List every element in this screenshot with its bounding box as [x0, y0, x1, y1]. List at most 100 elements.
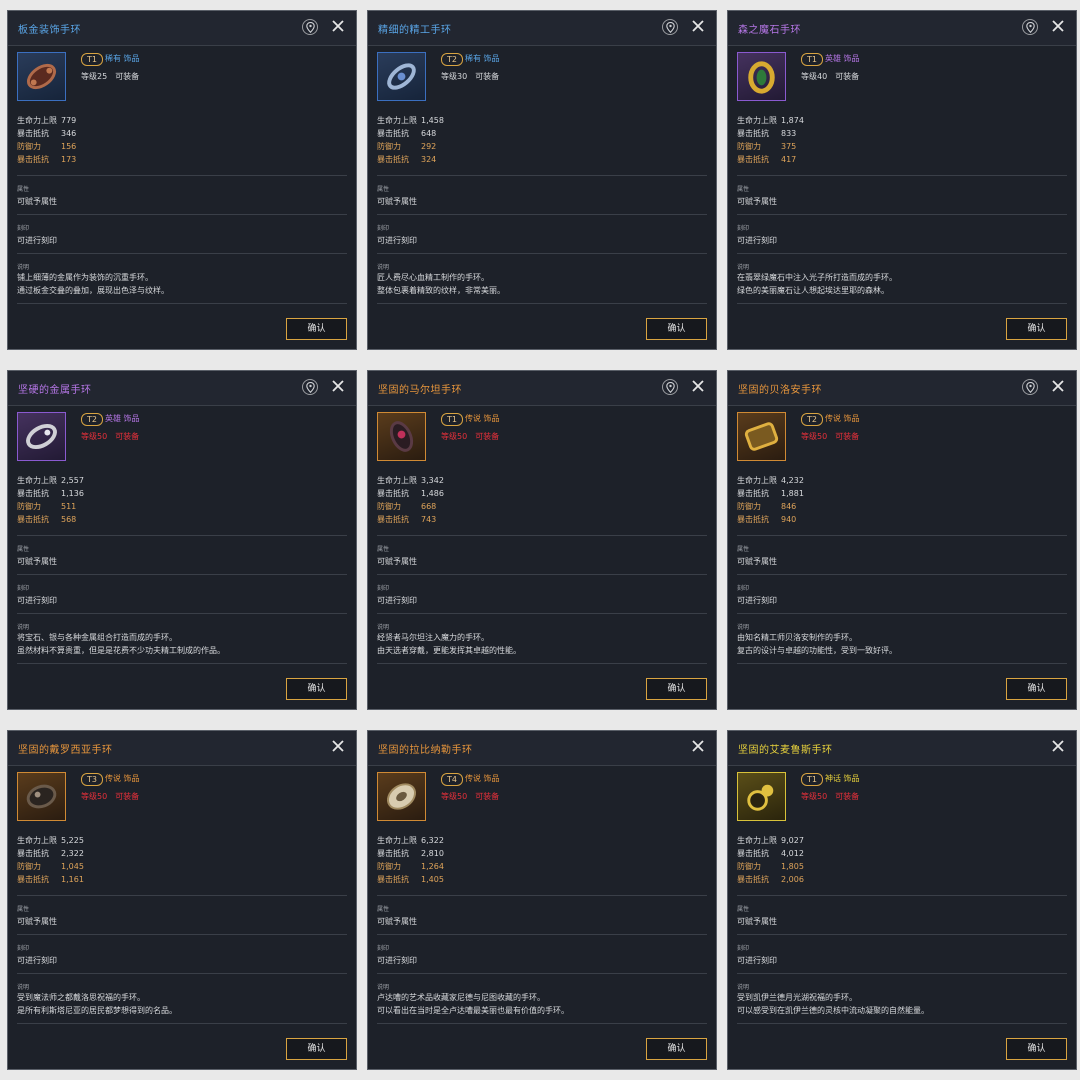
engrave-value: 可进行刻印 — [17, 956, 57, 965]
location-pin-icon — [1026, 382, 1035, 393]
stat-value: 3,342 — [421, 476, 444, 485]
item-thumbnail — [377, 772, 426, 821]
confirm-button[interactable]: 确认 — [646, 678, 707, 700]
divider — [17, 934, 347, 935]
close-button[interactable] — [1050, 378, 1066, 394]
confirm-button[interactable]: 确认 — [1006, 678, 1067, 700]
close-icon — [332, 20, 344, 32]
description-line: 卢达嘈的艺术品收藏家尼德与尼图收藏的手环。 — [377, 993, 545, 1002]
engrave-heading: 刻印 — [17, 225, 30, 232]
stat-value: 346 — [61, 129, 77, 138]
stat-value: 1,881 — [781, 489, 804, 498]
stat-label: 暴击抵抗 — [377, 515, 409, 524]
description-line: 受到凯伊兰德月光湖祝福的手环。 — [737, 993, 857, 1002]
stat-value: 2,557 — [61, 476, 84, 485]
close-button[interactable] — [330, 738, 346, 754]
divider — [737, 303, 1067, 304]
card-header: 坚固的拉比纳勒手环 — [368, 731, 716, 766]
engrave-heading: 刻印 — [377, 945, 390, 952]
confirm-button[interactable]: 确认 — [1006, 1038, 1067, 1060]
rarity-label: 传说 饰品 — [465, 414, 500, 423]
confirm-button[interactable]: 确认 — [286, 318, 347, 340]
stat-row: 防御力 1,805 — [737, 860, 937, 873]
stat-value: 1,136 — [61, 489, 84, 498]
divider — [377, 253, 707, 254]
close-button[interactable] — [690, 738, 706, 754]
divider — [377, 175, 707, 176]
confirm-button[interactable]: 确认 — [286, 1038, 347, 1060]
divider — [737, 253, 1067, 254]
location-pin-button[interactable] — [302, 19, 318, 35]
close-button[interactable] — [1050, 18, 1066, 34]
item-thumbnail — [377, 412, 426, 461]
engrave-value: 可进行刻印 — [17, 596, 57, 605]
item-tooltip-card: 坚硬的金属手环 T2 英雄 饰品 等级50 可装备 生命力上限 2,557 暴击抵… — [7, 370, 357, 710]
engrave-heading: 刻印 — [377, 225, 390, 232]
card-header: 坚固的贝洛安手环 — [728, 371, 1076, 406]
stat-value: 173 — [61, 155, 77, 164]
item-tooltip-card: 板金装饰手环 T1 稀有 饰品 等级25 可装备 生命力上限 779 暴击抵抗 3… — [7, 10, 357, 350]
stat-label: 生命力上限 — [17, 476, 57, 485]
description-heading: 说明 — [17, 624, 30, 631]
divider — [737, 535, 1067, 536]
divider — [17, 535, 347, 536]
attribute-heading: 属性 — [17, 186, 30, 193]
stat-value: 668 — [421, 502, 437, 511]
stat-value: 1,161 — [61, 875, 84, 884]
divider — [17, 1023, 347, 1024]
close-icon — [1052, 740, 1064, 752]
stats-list: 生命力上限 2,557 暴击抵抗 1,136 防御力 511 暴击抵抗 568 — [17, 474, 217, 526]
stat-value: 4,012 — [781, 849, 804, 858]
location-pin-button[interactable] — [302, 379, 318, 395]
stat-label: 暴击抵抗 — [377, 155, 409, 164]
divider — [737, 574, 1067, 575]
attribute-heading: 属性 — [737, 906, 750, 913]
stats-list: 生命力上限 3,342 暴击抵抗 1,486 防御力 668 暴击抵抗 743 — [377, 474, 577, 526]
item-tooltip-card: 坚固的艾麦鲁斯手环 T1 神话 饰品 等级50 可装备 生命力上限 9,027 暴… — [727, 730, 1077, 1070]
stat-value: 9,027 — [781, 836, 804, 845]
attribute-heading: 属性 — [377, 906, 390, 913]
divider — [377, 574, 707, 575]
stat-value: 511 — [61, 502, 77, 511]
divider — [737, 613, 1067, 614]
description-heading: 说明 — [737, 624, 750, 631]
stat-value: 1,264 — [421, 862, 444, 871]
close-button[interactable] — [690, 18, 706, 34]
close-button[interactable] — [1050, 738, 1066, 754]
tier-badge: T2 — [81, 413, 103, 426]
stat-label: 暴击抵抗 — [737, 849, 769, 858]
stat-label: 暴击抵抗 — [17, 129, 49, 138]
stat-row: 暴击抵抗 1,486 — [377, 487, 577, 500]
confirm-button[interactable]: 确认 — [646, 1038, 707, 1060]
location-pin-button[interactable] — [662, 379, 678, 395]
description-heading: 说明 — [17, 264, 30, 271]
close-button[interactable] — [330, 18, 346, 34]
close-icon — [1052, 20, 1064, 32]
stat-value: 2,810 — [421, 849, 444, 858]
item-title: 森之魔石手环 — [738, 25, 801, 36]
equip-status: 可装备 — [115, 792, 140, 801]
description-line: 绿色的美丽魔石让人想起埃达里耶的森林。 — [737, 286, 889, 295]
stat-label: 暴击抵抗 — [17, 489, 49, 498]
close-button[interactable] — [690, 378, 706, 394]
attribute-value: 可赋予属性 — [17, 197, 57, 206]
stat-row: 生命力上限 3,342 — [377, 474, 577, 487]
stat-row: 暴击抵抗 346 — [17, 127, 217, 140]
close-button[interactable] — [330, 378, 346, 394]
confirm-button[interactable]: 确认 — [1006, 318, 1067, 340]
level-text: 等级50 — [441, 432, 468, 441]
stat-row: 防御力 846 — [737, 500, 937, 513]
confirm-button[interactable]: 确认 — [286, 678, 347, 700]
confirm-button[interactable]: 确认 — [646, 318, 707, 340]
stat-row: 暴击抵抗 1,881 — [737, 487, 937, 500]
rarity-label: 稀有 饰品 — [105, 54, 140, 63]
location-pin-button[interactable] — [1022, 19, 1038, 35]
equip-status: 可装备 — [835, 72, 860, 81]
divider — [737, 973, 1067, 974]
location-pin-button[interactable] — [662, 19, 678, 35]
attribute-heading: 属性 — [377, 546, 390, 553]
location-pin-button[interactable] — [1022, 379, 1038, 395]
stat-value: 6,322 — [421, 836, 444, 845]
stat-label: 生命力上限 — [737, 116, 777, 125]
description-line: 受到魔法师之都戴洛思祝福的手环。 — [17, 993, 145, 1002]
